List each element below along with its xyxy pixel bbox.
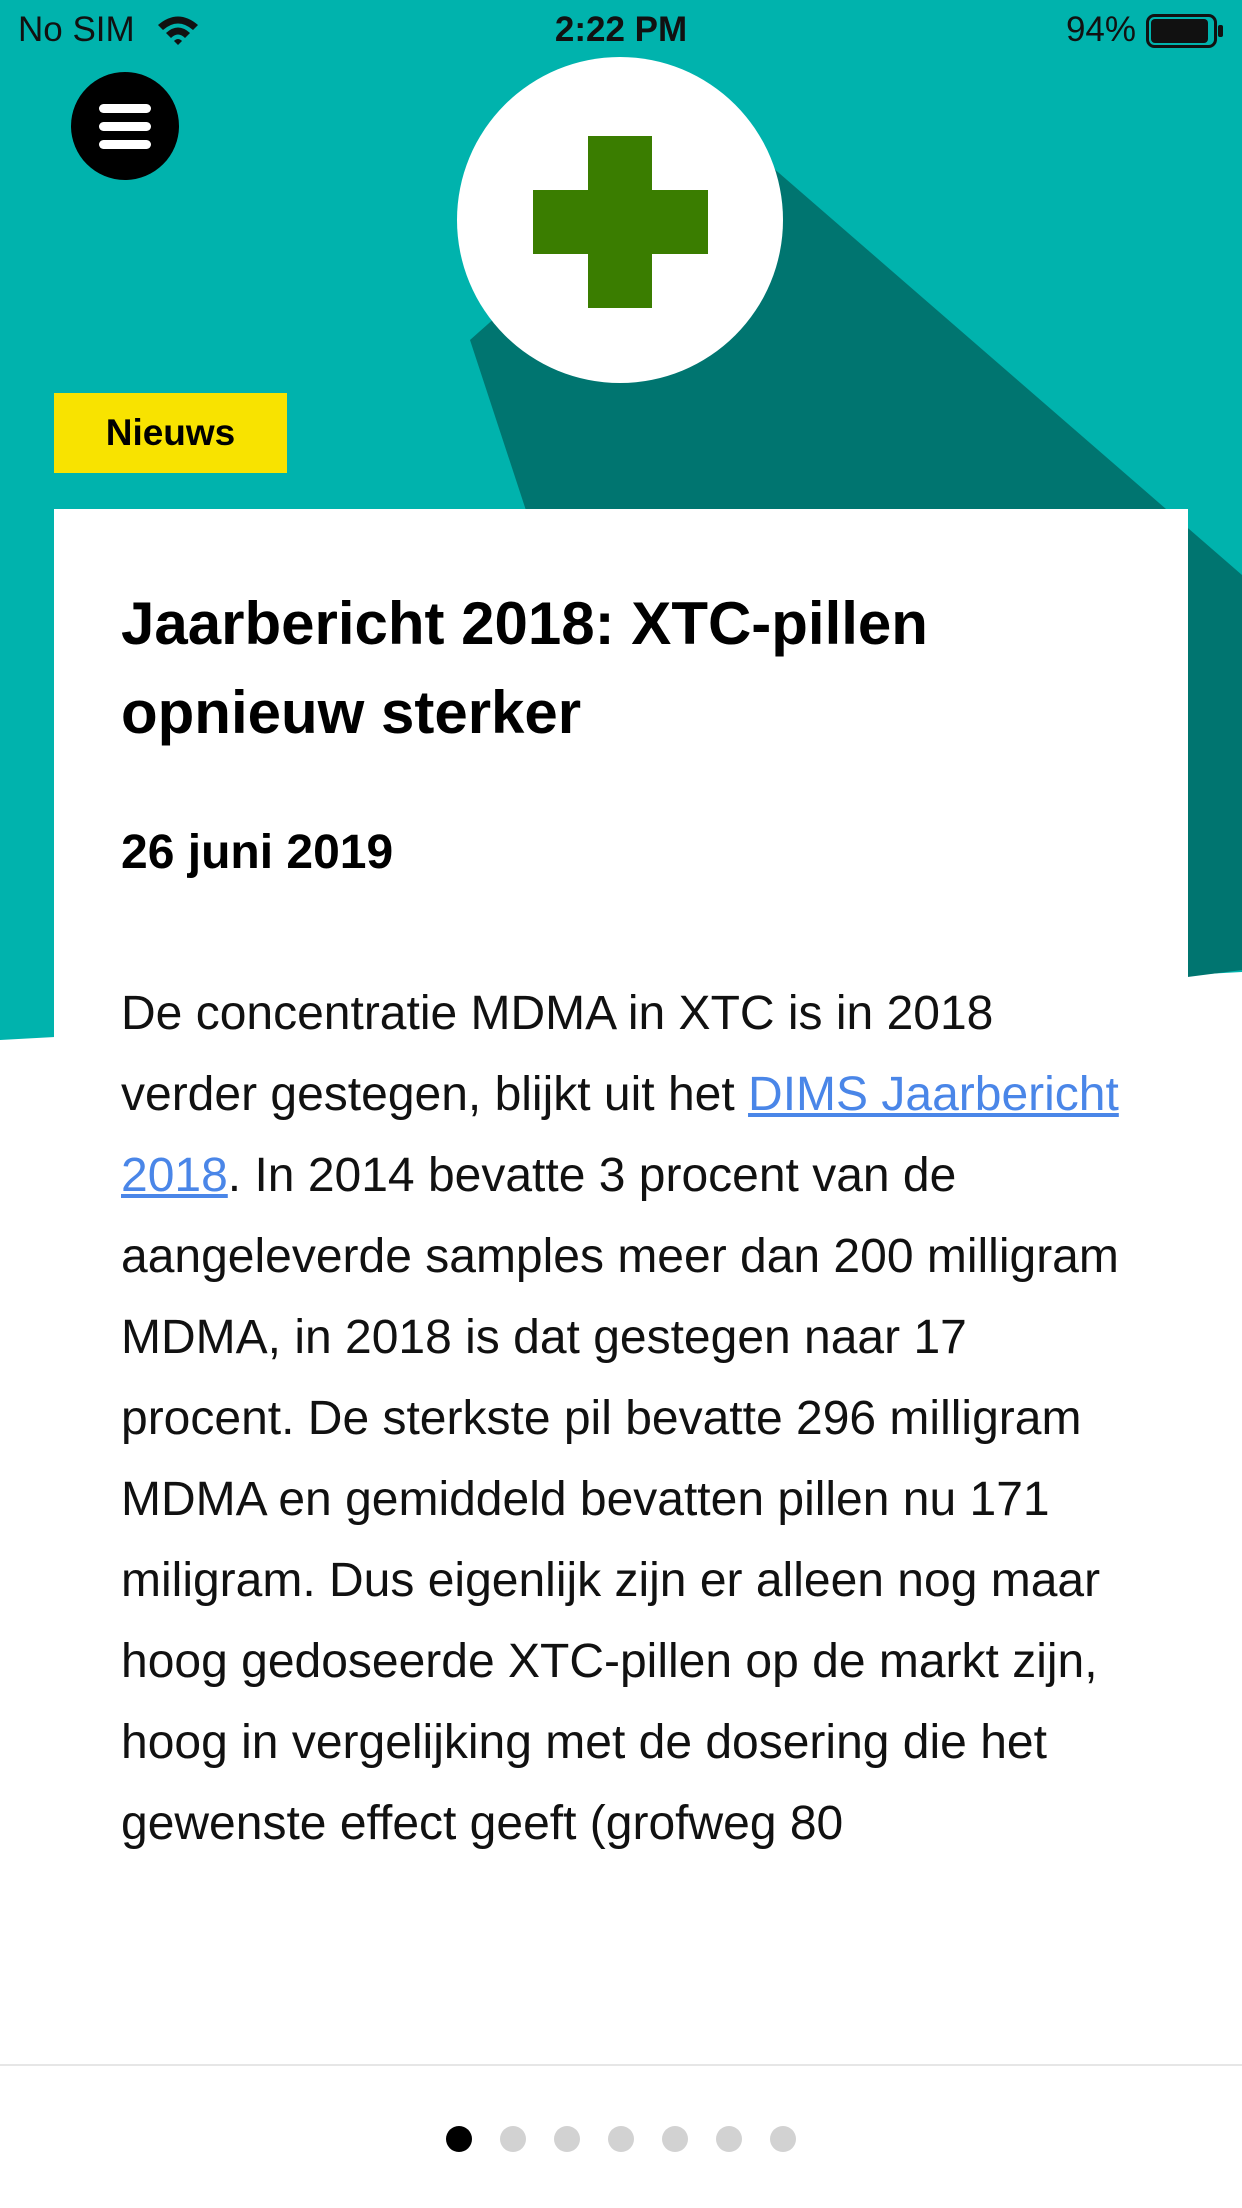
status-bar: No SIM 2:22 PM 94% [0,0,1242,62]
article-body: De concentratie MDMA in XTC is in 2018 v… [121,973,1131,1864]
article-card: Jaarbericht 2018: XTC-pillen opnieuw ste… [54,509,1188,2069]
page-indicator[interactable] [0,2126,1242,2152]
article-body-text-continued: . In 2014 bevatte 3 procent van de aange… [121,1149,1119,1850]
article-title: Jaarbericht 2018: XTC-pillen opnieuw ste… [121,590,928,746]
page-dot[interactable] [716,2126,742,2152]
page-dot[interactable] [662,2126,688,2152]
page-dot[interactable] [446,2126,472,2152]
page-dot[interactable] [770,2126,796,2152]
status-time: 2:22 PM [554,10,688,49]
page-dot[interactable] [500,2126,526,2152]
hamburger-menu-button[interactable] [71,72,179,180]
bottom-bar [0,2064,1242,2208]
category-tag: Nieuws [54,393,287,473]
battery-percentage: 94% [1065,10,1136,49]
green-cross-icon [457,57,783,383]
page-dot[interactable] [608,2126,634,2152]
battery-icon [1146,14,1226,57]
page-dot[interactable] [554,2126,580,2152]
article-date: 26 juni 2019 [121,826,394,879]
screen: No SIM 2:22 PM 94% Nieuws Jaarbericht 20… [0,0,1242,2208]
